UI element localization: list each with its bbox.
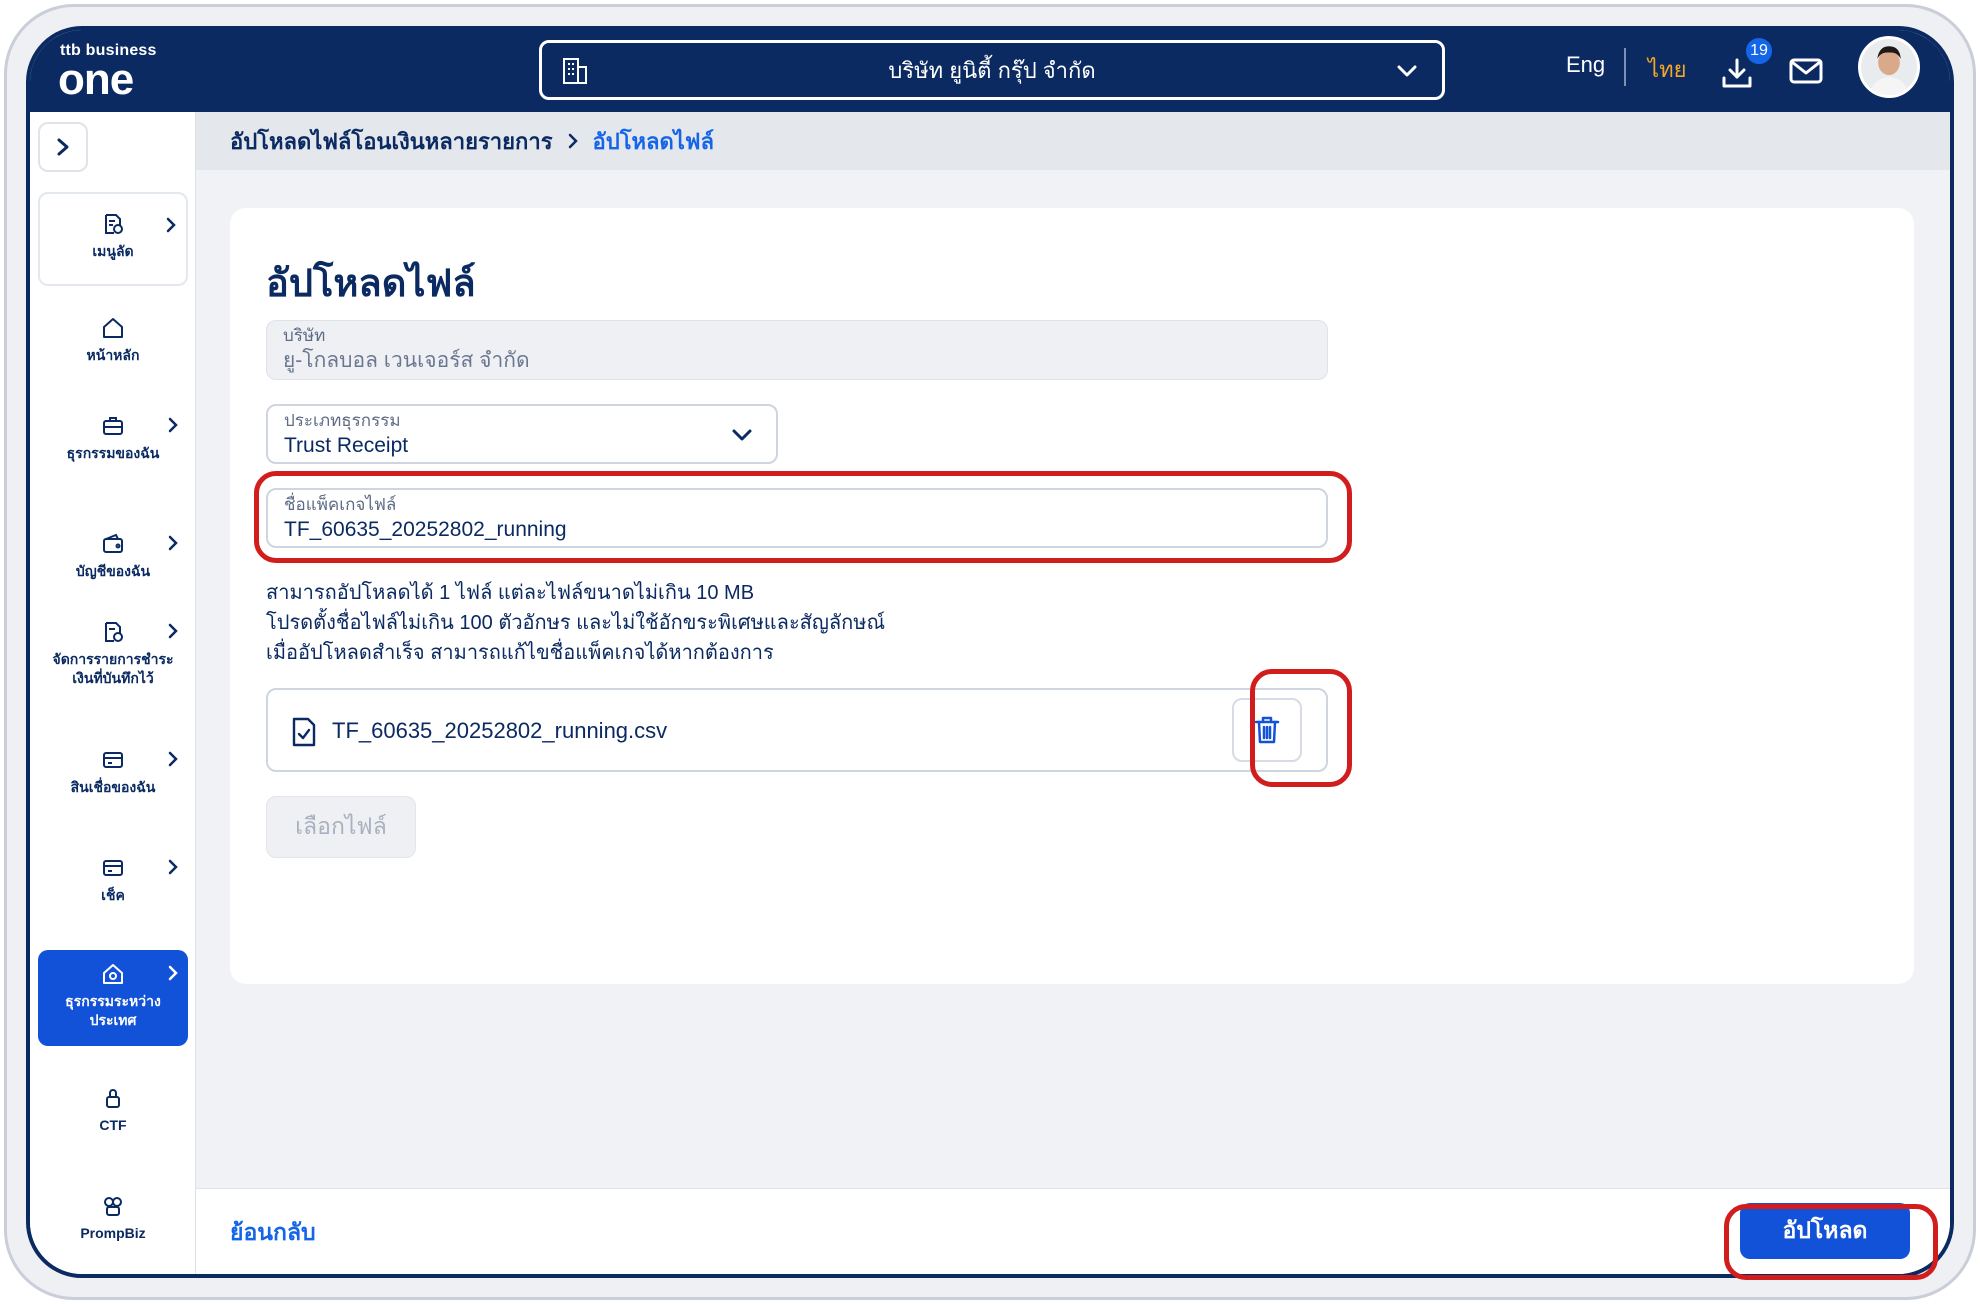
lock-icon <box>106 1089 120 1108</box>
chevron-down-icon <box>1397 65 1417 77</box>
sidebar-item-label: ธุรกรรมของฉัน <box>66 445 160 461</box>
breadcrumb-parent-link[interactable]: อัปโหลดไฟล์โอนเงินหลายรายการ <box>230 124 553 159</box>
uploaded-file-name: TF_60635_20252802_running.csv <box>332 718 668 743</box>
upload-hint: สามารถอัปโหลดได้ 1 ไฟล์ แต่ละไฟล์ขนาดไม่… <box>266 578 885 668</box>
company-selector-label: บริษัท ยูนิตี้ กรุ๊ป จำกัด <box>888 57 1096 83</box>
sidebar-item-label: ธุรกรรมระหว่างประเทศ <box>65 993 161 1028</box>
transaction-type-value: Trust Receipt <box>284 434 409 457</box>
sidebar-item-my-accounts[interactable]: บัญชีของฉัน <box>38 524 188 584</box>
sidebar-item-label: หน้าหลัก <box>86 347 140 363</box>
payment-doc-icon <box>105 622 123 642</box>
chevron-right-icon <box>168 965 178 981</box>
back-button[interactable]: ย้อนกลับ <box>230 1215 316 1251</box>
sidebar-item-label: PrompBiz <box>80 1225 146 1241</box>
sidebar-item-label: CTF <box>99 1117 127 1133</box>
highlight-package-name <box>254 471 1352 563</box>
page-title: อัปโหลดไฟล์ <box>266 263 476 305</box>
sidebar: เมนูลัด หน้าหลัก ธุรกรรมของฉัน บัญชีของฉ… <box>30 112 196 1274</box>
sidebar-item-ctf[interactable]: CTF <box>38 1078 188 1138</box>
user-photo-icon <box>1861 39 1917 95</box>
chevron-right-icon <box>168 751 178 767</box>
mail-icon[interactable] <box>1788 56 1824 86</box>
loan-card-icon <box>103 752 123 768</box>
hint-line: โปรดตั้งชื่อไฟล์ไม่เกิน 100 ตัวอักษร และ… <box>266 612 886 634</box>
sidebar-item-label: จัดการรายการชำระเงินที่บันทึกไว้ <box>52 651 174 686</box>
chevron-right-icon <box>168 623 178 639</box>
chevron-right-icon <box>168 417 178 433</box>
transaction-type-select[interactable]: ประเภทธุรกรรม Trust Receipt <box>266 404 778 464</box>
sidebar-item-my-loans[interactable]: สินเชื่อของฉัน <box>38 740 188 800</box>
chevron-right-icon <box>568 133 578 149</box>
company-selector[interactable]: บริษัท ยูนิตี้ กรุ๊ป จำกัด <box>539 40 1445 100</box>
lang-thai-button[interactable]: ไทย <box>1648 52 1686 87</box>
sidebar-item-label: เช็ค <box>101 887 125 903</box>
choose-file-button[interactable]: เลือกไฟล์ <box>266 796 416 858</box>
top-header: ttb business one บริษัท ยูนิตี้ กรุ๊ป จำ… <box>30 30 1950 112</box>
briefcase-icon <box>103 417 123 435</box>
highlight-upload-button <box>1724 1204 1938 1280</box>
sidebar-item-my-transactions[interactable]: ธุรกรรมของฉัน <box>38 406 188 486</box>
prompbiz-icon <box>104 1197 122 1216</box>
sidebar-item-saved-payments[interactable]: จัดการรายการชำระเงินที่บันทึกไว้ <box>38 612 188 712</box>
cheque-icon <box>103 860 123 876</box>
international-icon <box>103 964 123 984</box>
sidebar-item-label: เมนูลัด <box>92 243 134 259</box>
sidebar-item-prompbiz[interactable]: PrompBiz <box>38 1186 188 1246</box>
footer-bar: ย้อนกลับ อัปโหลด <box>196 1188 1950 1274</box>
sidebar-item-cheque[interactable]: เช็ค <box>38 848 188 908</box>
app-window: ttb business one บริษัท ยูนิตี้ กรุ๊ป จำ… <box>26 26 1954 1278</box>
logo-big-text: one <box>58 55 134 104</box>
wallet-icon <box>103 533 123 553</box>
building-icon <box>563 58 587 84</box>
chevron-right-icon <box>166 217 176 233</box>
uploaded-file-item: TF_60635_20252802_running.csv <box>266 688 1328 772</box>
sidebar-item-quick-menu[interactable]: เมนูลัด <box>38 192 188 286</box>
transaction-type-label: ประเภทธุรกรรม <box>284 411 401 430</box>
download-count-badge: 19 <box>1744 36 1774 66</box>
company-field: บริษัท ยู-โกลบอล เวนเจอร์ส จำกัด <box>266 320 1328 380</box>
file-check-icon <box>292 717 316 747</box>
company-field-value: ยู-โกลบอล เวนเจอร์ส จำกัด <box>283 349 530 372</box>
chevron-right-icon <box>168 859 178 875</box>
company-field-label: บริษัท <box>283 326 326 345</box>
sidebar-item-label: สินเชื่อของฉัน <box>70 779 156 795</box>
lang-divider <box>1624 48 1626 86</box>
sidebar-item-international[interactable]: ธุรกรรมระหว่างประเทศ <box>38 950 188 1046</box>
main-content: อัปโหลดไฟล์โอนเงินหลายรายการ อัปโหลดไฟล์… <box>196 112 1950 1274</box>
sidebar-expand-button[interactable] <box>38 122 88 172</box>
breadcrumb: อัปโหลดไฟล์โอนเงินหลายรายการ อัปโหลดไฟล์ <box>196 112 1950 170</box>
ttb-business-one-logo[interactable]: ttb business one <box>58 42 170 104</box>
chevron-right-icon <box>57 138 69 156</box>
home-icon <box>103 318 123 338</box>
hint-line: สามารถอัปโหลดได้ 1 ไฟล์ แต่ละไฟล์ขนาดไม่… <box>266 582 755 604</box>
lang-eng-button[interactable]: Eng <box>1566 52 1605 78</box>
breadcrumb-current: อัปโหลดไฟล์ <box>592 128 714 154</box>
highlight-delete-button <box>1250 669 1352 787</box>
sidebar-item-home[interactable]: หน้าหลัก <box>38 308 188 378</box>
quick-menu-icon <box>105 214 123 234</box>
chevron-down-icon <box>732 429 752 441</box>
chevron-right-icon <box>168 535 178 551</box>
user-avatar[interactable] <box>1858 36 1920 98</box>
hint-line: เมื่ออัปโหลดสำเร็จ สามารถแก้ไขชื่อแพ็คเก… <box>266 642 774 664</box>
upload-card: อัปโหลดไฟล์ บริษัท ยู-โกลบอล เวนเจอร์ส จ… <box>230 208 1914 984</box>
sidebar-item-label: บัญชีของฉัน <box>75 563 151 579</box>
